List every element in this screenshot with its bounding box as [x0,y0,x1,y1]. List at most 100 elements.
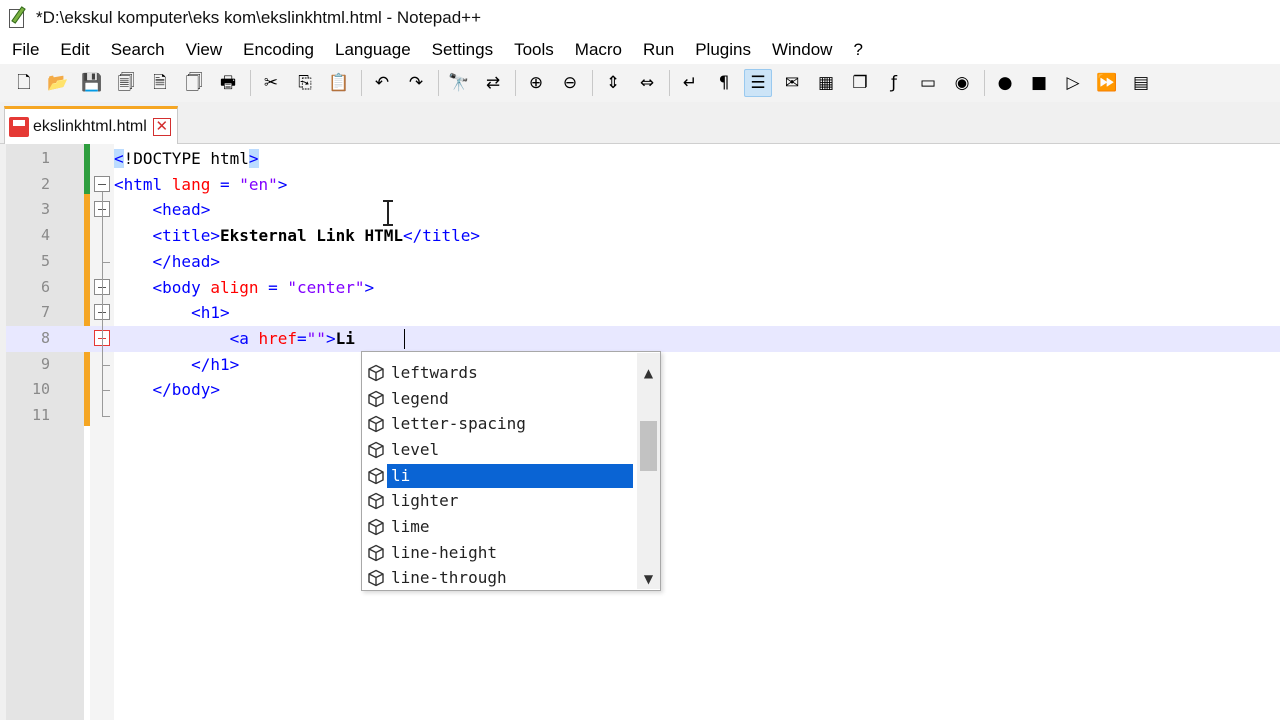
code-line[interactable]: 5 </head> [6,249,1280,275]
toolbar-separator [515,70,516,96]
menu-settings[interactable]: Settings [432,40,493,60]
line-number: 6 [40,277,50,296]
menu-view[interactable]: View [186,40,223,60]
language-icon[interactable]: ✉ [778,69,806,97]
zoom-in-icon[interactable]: ⊕ [522,69,550,97]
code-text: </head> [114,249,220,275]
autocomplete-popup[interactable]: leftwards legend letter-spacing level li ligh… [361,351,661,591]
playback-macro-icon[interactable]: ▷ [1059,69,1087,97]
code-token: </body> [152,380,220,400]
code-line[interactable]: 2 <html lang = "en"> [6,172,1280,198]
menu-macro[interactable]: Macro [575,40,622,60]
code-line[interactable]: 3 <head> [6,197,1280,223]
code-line[interactable]: 8 <a href="">Li [6,325,1280,352]
autocomplete-item[interactable]: line-height [362,540,636,566]
unsaved-file-icon [9,116,29,137]
tab-ekslinkhtml[interactable]: ekslinkhtml.html ✕ [4,106,178,144]
print-icon[interactable]: 🖶 [214,69,242,97]
line-number: 5 [40,251,50,270]
record-macro-icon[interactable]: ● [991,69,1019,97]
menu-encoding[interactable]: Encoding [243,40,314,60]
save-all-icon[interactable]: 🗐 [112,69,140,97]
menu-search[interactable]: Search [111,40,165,60]
code-token: > [248,149,259,168]
code-token: </h1> [191,354,240,374]
stop-record-icon[interactable]: ■ [1025,69,1053,97]
code-token: </head> [152,251,220,271]
redo-icon[interactable]: ↷ [402,69,430,97]
function-list-icon[interactable]: ƒ [880,69,908,97]
code-text: <h1> [114,300,230,326]
menu-tools[interactable]: Tools [514,40,554,60]
word-wrap-icon[interactable]: ↵ [676,69,704,97]
title-bar: *D:\ekskul komputer\eks kom\ekslinkhtml.… [0,0,1280,36]
replace-icon[interactable]: ⇄ [479,69,507,97]
indent-guide-icon[interactable]: ☰ [744,69,772,97]
autocomplete-item[interactable]: li [362,463,636,489]
code-line[interactable]: 4 <title>Eksternal Link HTML</title> [6,223,1280,249]
find-icon[interactable]: 🔭 [445,69,473,97]
paste-icon[interactable]: 📋 [325,69,353,97]
tab-close-icon[interactable]: ✕ [152,117,171,136]
menu-window[interactable]: Window [772,40,832,60]
menu-file[interactable]: File [12,40,39,60]
cut-icon[interactable]: ✂ [257,69,285,97]
sync-vertical-icon[interactable]: ⇕ [599,69,627,97]
code-token: align [210,277,259,297]
new-file-icon[interactable]: 🗋 [10,69,38,97]
menu-language[interactable]: Language [335,40,411,60]
zoom-out-icon[interactable]: ⊖ [556,69,584,97]
save-icon[interactable]: 💾 [78,69,106,97]
autocomplete-item-label: legend [391,388,449,408]
autocomplete-item[interactable]: lighter [362,489,636,515]
code-token: < [114,149,124,168]
autocomplete-item-label: lighter [391,491,459,511]
copy-icon[interactable]: ⎘ [291,69,319,97]
notepad-plus-plus-icon [6,6,28,30]
autocomplete-item-label: letter-spacing [391,414,526,434]
code-token: <title> [152,226,220,246]
menu-plugins[interactable]: Plugins [695,40,751,60]
keyword-cube-icon [365,516,387,538]
undo-icon[interactable]: ↶ [368,69,396,97]
autocomplete-item[interactable]: lime [362,514,636,540]
scroll-down-icon[interactable]: ▼ [642,573,655,586]
ibeam-cursor-icon [381,200,395,226]
document-list-icon[interactable]: ❐ [846,69,874,97]
toolbar-separator [250,70,251,96]
menu-edit[interactable]: Edit [60,40,89,60]
autocomplete-item[interactable]: letter-spacing [362,411,636,437]
autocomplete-scrollbar[interactable]: ▲ ▼ [637,353,660,589]
sync-horizontal-icon[interactable]: ⇔ [633,69,661,97]
folder-workspace-icon[interactable]: ▭ [914,69,942,97]
autocomplete-item[interactable]: level [362,437,636,463]
code-token: = [258,277,288,297]
scroll-thumb[interactable] [640,421,657,471]
document-map-icon[interactable]: ▦ [812,69,840,97]
menu-run[interactable]: Run [643,40,674,60]
menu-bar: File Edit Search View Encoding Language Settin… [0,36,1280,64]
autocomplete-item[interactable]: leftwards [362,360,636,386]
autocomplete-item[interactable]: line-through [362,566,636,592]
line-number: 7 [40,303,50,322]
show-all-chars-icon[interactable]: ¶ [710,69,738,97]
close-all-icon[interactable]: 🗍 [180,69,208,97]
autocomplete-item-label: lime [391,517,430,537]
code-token: = [297,328,307,348]
save-macro-icon[interactable]: ▤ [1127,69,1155,97]
code-line[interactable]: 7 <h1> [6,300,1280,326]
code-token: > [325,328,336,348]
open-file-icon[interactable]: 📂 [44,69,72,97]
monitoring-icon[interactable]: ◉ [948,69,976,97]
autocomplete-item[interactable]: legend [362,386,636,412]
keyword-cube-icon [365,567,387,589]
code-line[interactable]: 6 <body align = "center"> [6,275,1280,301]
code-line[interactable]: 1 <!DOCTYPE html> [6,146,1280,172]
close-icon[interactable]: 🗎 [146,69,174,97]
fold-toggle-icon[interactable] [94,175,110,192]
run-macro-multiple-icon[interactable]: ⏩ [1093,69,1121,97]
scroll-up-icon[interactable]: ▲ [642,367,655,380]
menu-help[interactable]: ? [853,40,862,60]
